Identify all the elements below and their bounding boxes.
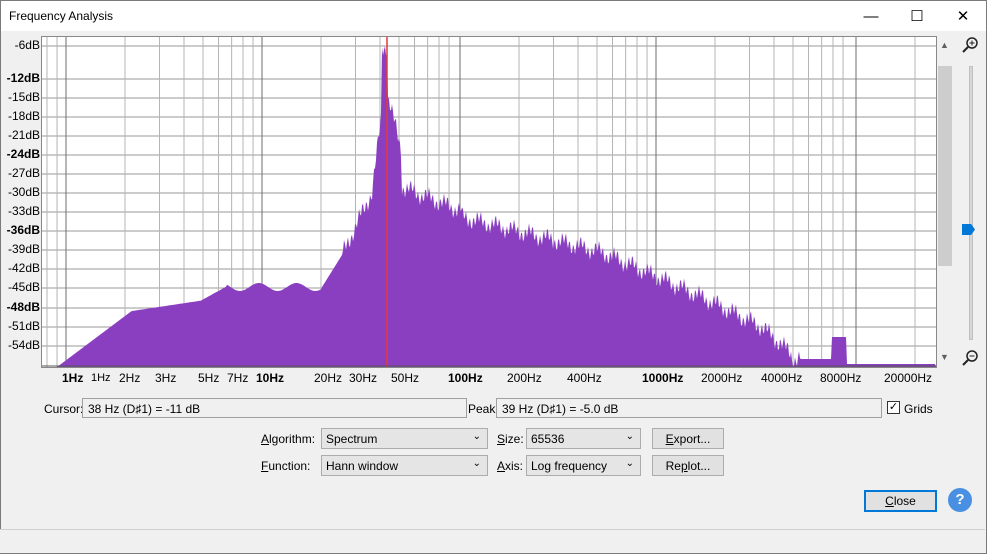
close-icon[interactable]: ✕ bbox=[940, 1, 986, 31]
chevron-down-icon: ⌄ bbox=[472, 431, 481, 442]
y-axis-label: -42dB bbox=[7, 261, 40, 275]
x-axis-label: 200Hz bbox=[507, 371, 542, 385]
scroll-up-icon[interactable]: ▲ bbox=[940, 40, 949, 50]
x-axis-label: 10Hz bbox=[256, 371, 285, 385]
replot-button[interactable]: Replot... bbox=[652, 455, 724, 476]
peak-field: 39 Hz (D♯1) = -5.0 dB bbox=[496, 398, 882, 418]
x-axis-label: 7Hz bbox=[227, 371, 249, 385]
x-axis-label: 1Hz bbox=[62, 371, 84, 385]
algorithm-value: Spectrum bbox=[326, 432, 378, 446]
cursor-field: 38 Hz (D♯1) = -11 dB bbox=[82, 398, 467, 418]
algorithm-select[interactable]: Spectrum ⌄ bbox=[321, 428, 488, 449]
size-value: 65536 bbox=[531, 432, 565, 446]
close-button[interactable]: Close bbox=[864, 490, 937, 512]
y-axis-label: -24dB bbox=[6, 147, 40, 161]
axis-select[interactable]: Log frequency ⌄ bbox=[526, 455, 641, 476]
scrollbar-thumb[interactable] bbox=[938, 66, 952, 266]
y-axis-label: -33dB bbox=[7, 204, 40, 218]
minimize-icon[interactable]: — bbox=[848, 1, 894, 31]
chevron-down-icon: ⌄ bbox=[472, 458, 481, 469]
zoom-in-icon[interactable] bbox=[960, 36, 980, 57]
x-axis-label: 4000Hz bbox=[761, 371, 803, 385]
spectrum-plot[interactable] bbox=[41, 36, 937, 368]
help-icon[interactable]: ? bbox=[948, 488, 972, 512]
zoom-slider-track[interactable] bbox=[969, 66, 973, 340]
chevron-down-icon: ⌄ bbox=[625, 431, 634, 442]
y-axis-label: -12dB bbox=[6, 71, 40, 85]
y-axis-label: -21dB bbox=[7, 128, 40, 142]
y-axis-label: -39dB bbox=[7, 242, 40, 256]
x-axis-label: 5Hz bbox=[198, 371, 220, 385]
scroll-down-icon[interactable]: ▼ bbox=[940, 352, 949, 362]
function-value: Hann window bbox=[326, 459, 399, 473]
x-axis-label: 1Hz bbox=[91, 372, 111, 384]
x-axis-label: 400Hz bbox=[567, 371, 602, 385]
x-axis-label: 2Hz bbox=[119, 371, 141, 385]
chevron-down-icon: ⌄ bbox=[625, 458, 634, 469]
y-axis-label: -36dB bbox=[6, 223, 40, 237]
x-axis-label: 20Hz bbox=[314, 371, 343, 385]
x-axis-label: 30Hz bbox=[349, 371, 378, 385]
vertical-scrollbar[interactable]: ▲ ▼ bbox=[937, 36, 954, 366]
x-axis-label: 100Hz bbox=[448, 371, 483, 385]
cursor-label: Cursor: bbox=[44, 402, 84, 416]
status-bar bbox=[0, 529, 985, 553]
spectrum-graph bbox=[42, 37, 936, 367]
size-label: Size: bbox=[497, 432, 524, 446]
window-title: Frequency Analysis bbox=[9, 9, 114, 23]
zoom-out-icon[interactable] bbox=[960, 349, 980, 370]
x-axis-label: 20000Hz bbox=[884, 371, 933, 385]
y-axis-label: -51dB bbox=[7, 319, 40, 333]
y-axis-label: -18dB bbox=[7, 109, 40, 123]
peak-label: Peak: bbox=[468, 402, 499, 416]
x-axis-label: 50Hz bbox=[391, 371, 420, 385]
y-axis-label: -6dB bbox=[14, 38, 40, 52]
grids-checkbox[interactable]: ✓ bbox=[887, 401, 900, 414]
spectrum-area bbox=[42, 46, 936, 367]
maximize-icon[interactable]: ☐ bbox=[894, 1, 940, 31]
grids-label[interactable]: Grids bbox=[904, 402, 933, 416]
y-axis-label: -45dB bbox=[7, 280, 40, 294]
axis-label: Axis: bbox=[497, 459, 524, 473]
y-axis-label: -54dB bbox=[7, 338, 40, 352]
x-axis-label: 2000Hz bbox=[701, 371, 743, 385]
x-axis-label: 1000Hz bbox=[642, 371, 684, 385]
axis-value: Log frequency bbox=[531, 459, 608, 473]
export-button[interactable]: Export... bbox=[652, 428, 724, 449]
y-axis-label: -15dB bbox=[7, 90, 40, 104]
x-axis-label: 3Hz bbox=[155, 371, 177, 385]
y-axis-label: -48dB bbox=[6, 300, 40, 314]
title-bar: Frequency Analysis — ☐ ✕ bbox=[1, 1, 986, 31]
y-axis-label: -27dB bbox=[7, 166, 40, 180]
x-axis-label: 8000Hz bbox=[820, 371, 862, 385]
y-axis-label: -30dB bbox=[7, 185, 40, 199]
function-label: Function: bbox=[261, 459, 311, 473]
algorithm-label: Algorithm: bbox=[261, 432, 316, 446]
function-select[interactable]: Hann window ⌄ bbox=[321, 455, 488, 476]
size-select[interactable]: 65536 ⌄ bbox=[526, 428, 641, 449]
